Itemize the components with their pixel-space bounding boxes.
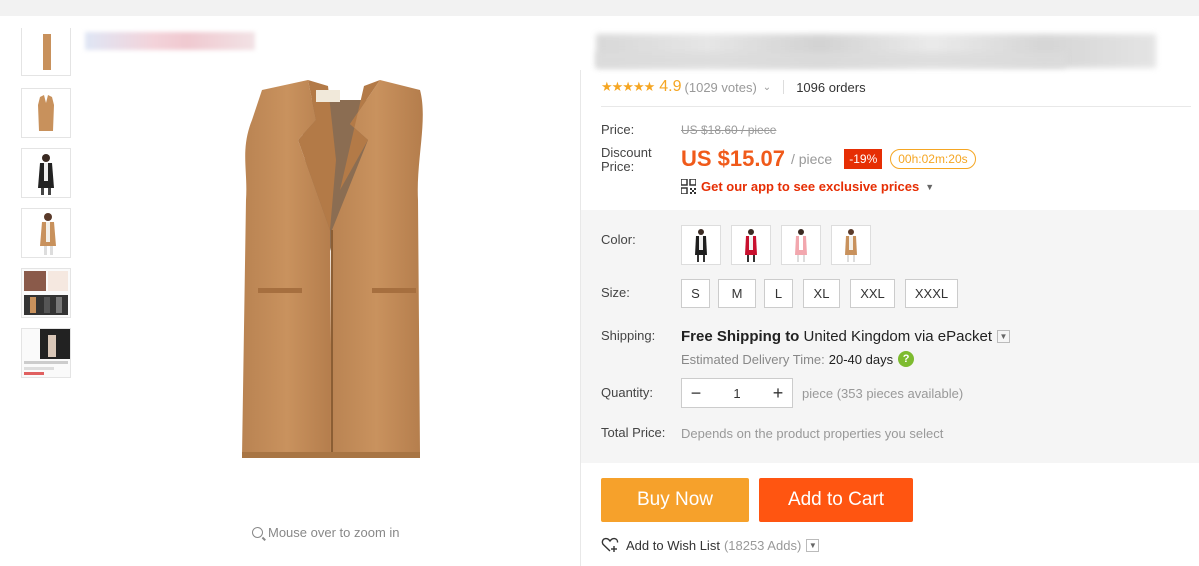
product-title-blurred-line2 bbox=[596, 52, 1066, 68]
zoom-hint: Mouse over to zoom in bbox=[252, 525, 400, 540]
quantity-label: Quantity: bbox=[601, 385, 654, 400]
color-swatch-camel[interactable] bbox=[831, 225, 871, 265]
total-price-note: Depends on the product properties you se… bbox=[681, 426, 944, 441]
quantity-stepper: − + bbox=[681, 378, 793, 408]
heart-plus-icon bbox=[601, 537, 619, 552]
quantity-input[interactable] bbox=[710, 385, 764, 401]
rating-row: ★★★★★ 4.9 (1029 votes) ⌄ 1096 orders bbox=[601, 78, 866, 96]
color-label: Color: bbox=[601, 232, 636, 247]
shipping-dropdown-icon[interactable]: ▼ bbox=[997, 330, 1010, 343]
color-swatch-black[interactable] bbox=[681, 225, 721, 265]
delivery-estimate: Estimated Delivery Time: 20-40 days ? bbox=[681, 351, 915, 367]
shipping-method[interactable]: Free Shipping to United Kingdom via ePac… bbox=[681, 328, 1010, 345]
star-rating-icon: ★★★★★ bbox=[601, 79, 655, 94]
size-option-xxxl[interactable]: XXXL bbox=[905, 279, 958, 308]
thumbnail-4[interactable] bbox=[21, 208, 71, 258]
size-option-s[interactable]: S bbox=[681, 279, 710, 308]
size-option-l[interactable]: L bbox=[764, 279, 793, 308]
add-to-wish-list[interactable]: Add to Wish List (18253 Adds) ▼ bbox=[601, 537, 820, 553]
thumbnail-gallery bbox=[21, 28, 71, 388]
magnifier-icon bbox=[252, 527, 263, 538]
size-option-m[interactable]: M bbox=[718, 279, 756, 308]
rating-score: 4.9 bbox=[659, 78, 682, 95]
thumbnail-5[interactable] bbox=[21, 268, 71, 318]
discount-price: US $15.07 bbox=[681, 146, 785, 171]
original-price: US $18.60 / piece bbox=[681, 123, 777, 137]
main-product-image[interactable] bbox=[180, 60, 500, 480]
total-price-label: Total Price: bbox=[601, 425, 666, 440]
thumbnail-1[interactable] bbox=[21, 28, 71, 76]
countdown-timer: 00h:02m:20s bbox=[890, 149, 976, 169]
thumbnail-6[interactable] bbox=[21, 328, 71, 378]
votes-link[interactable]: (1029 votes) bbox=[685, 80, 757, 95]
thumbnail-3[interactable] bbox=[21, 148, 71, 198]
quantity-availability: piece (353 pieces available) bbox=[802, 386, 964, 401]
size-option-xxl[interactable]: XXL bbox=[850, 279, 895, 308]
add-to-cart-button[interactable]: Add to Cart bbox=[759, 478, 913, 522]
wish-dropdown-icon[interactable]: ▼ bbox=[806, 538, 820, 552]
discount-price-label-1: Discount bbox=[601, 145, 652, 160]
color-swatch-red[interactable] bbox=[731, 225, 771, 265]
size-option-xl[interactable]: XL bbox=[803, 279, 840, 308]
minus-icon[interactable]: − bbox=[682, 379, 710, 407]
qr-code-icon bbox=[681, 179, 696, 194]
discount-price-label-2: Price: bbox=[601, 159, 635, 174]
color-swatch-pink[interactable] bbox=[781, 225, 821, 265]
caret-down-icon: ▼ bbox=[925, 181, 935, 192]
orders-count: 1096 orders bbox=[796, 79, 866, 95]
divider-line bbox=[601, 106, 1191, 107]
price-unit: / piece bbox=[790, 151, 833, 167]
chevron-down-icon[interactable]: ⌄ bbox=[763, 82, 771, 93]
help-icon[interactable]: ? bbox=[898, 351, 915, 367]
shipping-label: Shipping: bbox=[601, 328, 656, 343]
breadcrumb-blurred bbox=[85, 32, 255, 50]
discount-price-row: US $15.07 / piece -19% 00h:02m:20s bbox=[681, 146, 976, 172]
plus-icon[interactable]: + bbox=[764, 379, 792, 407]
buy-now-button[interactable]: Buy Now bbox=[601, 478, 749, 522]
divider bbox=[783, 80, 785, 94]
app-promo-link[interactable]: Get our app to see exclusive prices ▼ bbox=[681, 179, 934, 194]
top-bar-blurred bbox=[0, 0, 1199, 16]
size-label: Size: bbox=[601, 285, 630, 300]
discount-badge: -19% bbox=[844, 149, 883, 169]
thumbnail-2[interactable] bbox=[21, 88, 71, 138]
price-label: Price: bbox=[601, 122, 635, 137]
